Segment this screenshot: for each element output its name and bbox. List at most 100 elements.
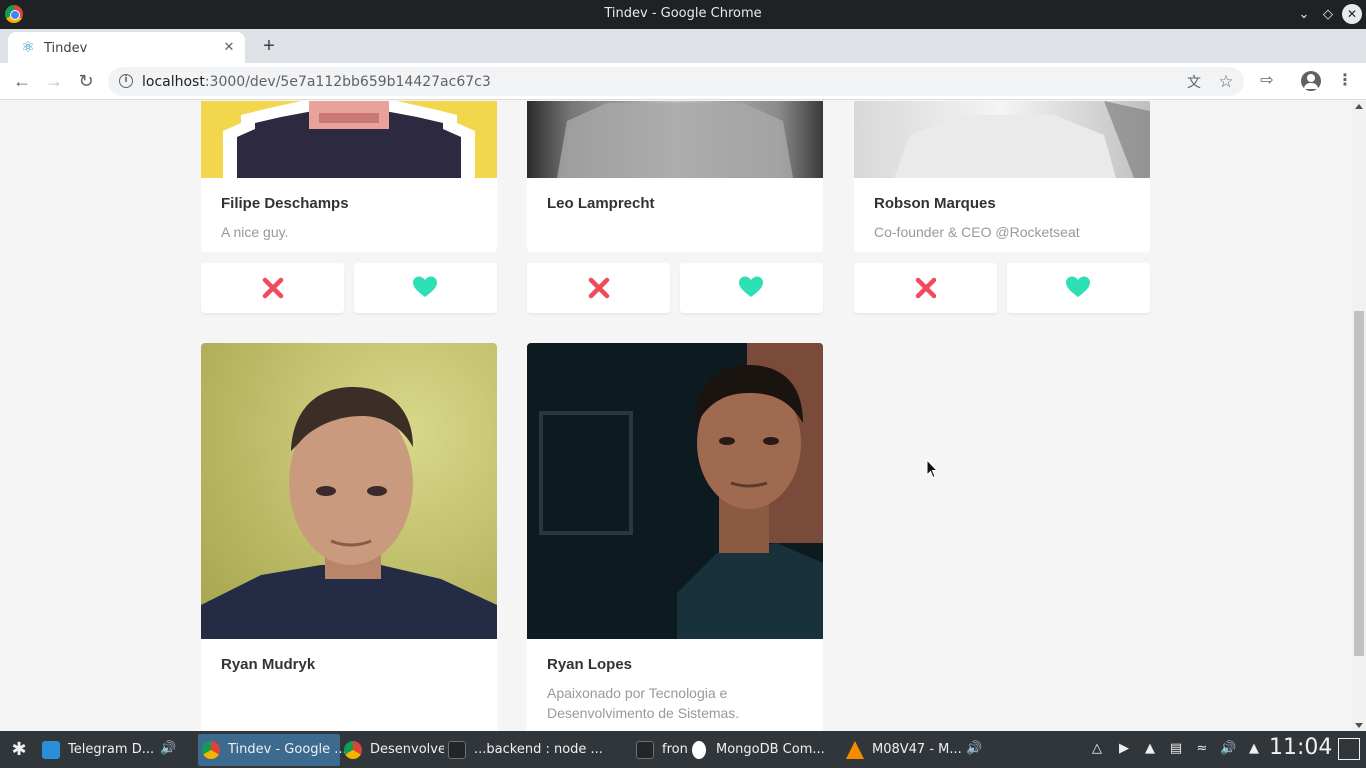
task-chrome-desenvolvedores[interactable]: Desenvolvedo: [340, 734, 444, 766]
dev-card: Ryan Lopes Apaixonado por Tecnologia e D…: [527, 343, 823, 731]
close-window-button[interactable]: ✕: [1342, 4, 1362, 24]
page-content: Filipe Deschamps A nice guy. Leo Lamprec…: [0, 101, 1352, 731]
task-label: ...backend : node ...: [474, 742, 603, 757]
like-icon: [413, 276, 437, 297]
dislike-button[interactable]: [201, 263, 344, 313]
chrome-icon: [344, 741, 362, 759]
wifi-tray-icon[interactable]: ≈: [1194, 741, 1210, 757]
task-backend-terminal[interactable]: ...backend : node ...: [444, 734, 603, 766]
dev-info: Ryan Lopes Apaixonado por Tecnologia e D…: [527, 639, 823, 731]
volume-tray-icon[interactable]: 🔊: [1220, 741, 1236, 757]
task-mongodb-compass[interactable]: MongoDB Com...: [688, 734, 838, 766]
dev-card: Leo Lamprecht: [527, 101, 823, 252]
dev-avatar: [527, 343, 823, 639]
terminal-icon: [448, 741, 466, 759]
dislike-button[interactable]: [527, 263, 670, 313]
clipboard-tray-icon[interactable]: ▤: [1168, 741, 1184, 757]
media-player-tray-icon[interactable]: ▶: [1116, 741, 1132, 757]
like-icon: [1066, 276, 1090, 297]
like-button[interactable]: [354, 263, 497, 313]
dev-avatar: [527, 101, 823, 178]
back-button[interactable]: ←: [10, 70, 34, 92]
maximize-button[interactable]: ◇: [1318, 4, 1338, 24]
url-host: localhost: [142, 74, 205, 90]
scrollbar-thumb[interactable]: [1354, 311, 1364, 656]
dev-name: Leo Lamprecht: [547, 195, 655, 212]
show-desktop-button[interactable]: [1338, 738, 1360, 760]
dev-avatar: [854, 101, 1150, 178]
dev-info: Robson Marques Co-founder & CEO @Rockets…: [854, 178, 1150, 252]
task-label: fron: [662, 742, 688, 757]
address-bar[interactable]: i localhost:3000/dev/5e7a112bb659b14427a…: [108, 67, 1244, 96]
task-label: Tindev - Google ...: [228, 742, 347, 757]
task-label: Telegram D...: [68, 742, 155, 757]
task-chrome-tindev[interactable]: Tindev - Google ...: [198, 734, 347, 766]
dev-bio: Apaixonado por Tecnologia e Desenvolvime…: [547, 685, 740, 721]
tray-expand-icon[interactable]: ▲: [1246, 741, 1262, 757]
audio-icon: 🔊: [160, 741, 177, 756]
dev-avatar: [201, 101, 497, 178]
page-scrollbar[interactable]: [1352, 101, 1366, 731]
account-icon[interactable]: [1301, 71, 1321, 91]
dev-card: Ryan Mudryk: [201, 343, 497, 731]
dev-card: Filipe Deschamps A nice guy.: [201, 101, 497, 252]
clock[interactable]: 11:04: [1269, 735, 1332, 760]
dislike-icon: [915, 277, 937, 299]
tab-close-icon[interactable]: ✕: [221, 39, 237, 55]
updates-tray-icon[interactable]: △: [1089, 741, 1105, 757]
mongodb-icon: [692, 741, 706, 759]
task-label: M08V47 - M...: [872, 742, 962, 757]
mouse-cursor-icon: [926, 459, 938, 479]
site-info-icon[interactable]: i: [119, 74, 133, 88]
dev-card: Robson Marques Co-founder & CEO @Rockets…: [854, 101, 1150, 252]
scroll-up-arrow-icon[interactable]: [1355, 104, 1363, 109]
task-label: Desenvolvedo: [370, 742, 444, 757]
dislike-icon: [262, 277, 284, 299]
browser-toolbar: ← → ↻ i localhost:3000/dev/5e7a112bb659b…: [0, 63, 1366, 100]
vlc-icon: [846, 741, 864, 759]
scroll-down-arrow-icon[interactable]: [1355, 723, 1363, 728]
task-frontend-terminal[interactable]: fron: [632, 734, 688, 766]
cast-icon[interactable]: ⇨: [1256, 70, 1278, 92]
like-button[interactable]: [1007, 263, 1150, 313]
like-icon: [739, 276, 763, 297]
url-path: :3000/dev/5e7a112bb659b14427ac67c3: [204, 74, 491, 90]
window-titlebar: Tindev - Google Chrome ⌄ ◇ ✕: [0, 0, 1366, 29]
forward-button[interactable]: →: [42, 70, 66, 92]
dev-name: Filipe Deschamps: [221, 195, 349, 212]
dislike-icon: [588, 277, 610, 299]
chrome-menu-icon[interactable]: ⋮: [1334, 70, 1356, 92]
dev-avatar: [201, 343, 497, 639]
dislike-button[interactable]: [854, 263, 997, 313]
dev-info: Ryan Mudryk: [201, 639, 497, 700]
vlc-tray-icon[interactable]: ▲: [1142, 741, 1158, 757]
dev-name: Robson Marques: [874, 195, 996, 212]
window-title: Tindev - Google Chrome: [604, 6, 762, 21]
dev-bio: A nice guy.: [221, 224, 289, 240]
app-launcher-icon[interactable]: ✱: [8, 739, 30, 761]
task-telegram[interactable]: Telegram D... 🔊: [38, 734, 192, 766]
tab-tindev[interactable]: ⚛ Tindev ✕: [8, 32, 245, 63]
terminal-icon: [636, 741, 654, 759]
dev-info: Leo Lamprecht: [527, 178, 823, 239]
audio-icon: 🔊: [966, 741, 983, 756]
dev-name: Ryan Mudryk: [221, 656, 316, 673]
dev-info: Filipe Deschamps A nice guy.: [201, 178, 497, 252]
task-label: MongoDB Com...: [716, 742, 825, 757]
taskbar: ✱ Telegram D... 🔊 Tindev - Google ... De…: [0, 731, 1366, 768]
like-button[interactable]: [680, 263, 823, 313]
dev-name: Ryan Lopes: [547, 656, 633, 673]
telegram-icon: [42, 741, 60, 759]
translate-icon[interactable]: 文: [1184, 72, 1204, 92]
tab-title: Tindev: [44, 41, 88, 56]
reload-button[interactable]: ↻: [74, 70, 98, 92]
new-tab-button[interactable]: +: [258, 36, 280, 56]
dev-bio: Co-founder & CEO @Rocketseat: [874, 224, 1080, 240]
bookmark-star-icon[interactable]: ☆: [1216, 72, 1236, 92]
minimize-button[interactable]: ⌄: [1294, 4, 1314, 24]
tab-strip: ⚛ Tindev ✕ +: [0, 29, 1366, 63]
task-vlc[interactable]: M08V47 - M... 🔊: [842, 734, 990, 766]
react-favicon-icon: ⚛: [21, 39, 35, 56]
chrome-icon: [202, 741, 220, 759]
url-text[interactable]: localhost:3000/dev/5e7a112bb659b14427ac6…: [142, 74, 491, 90]
